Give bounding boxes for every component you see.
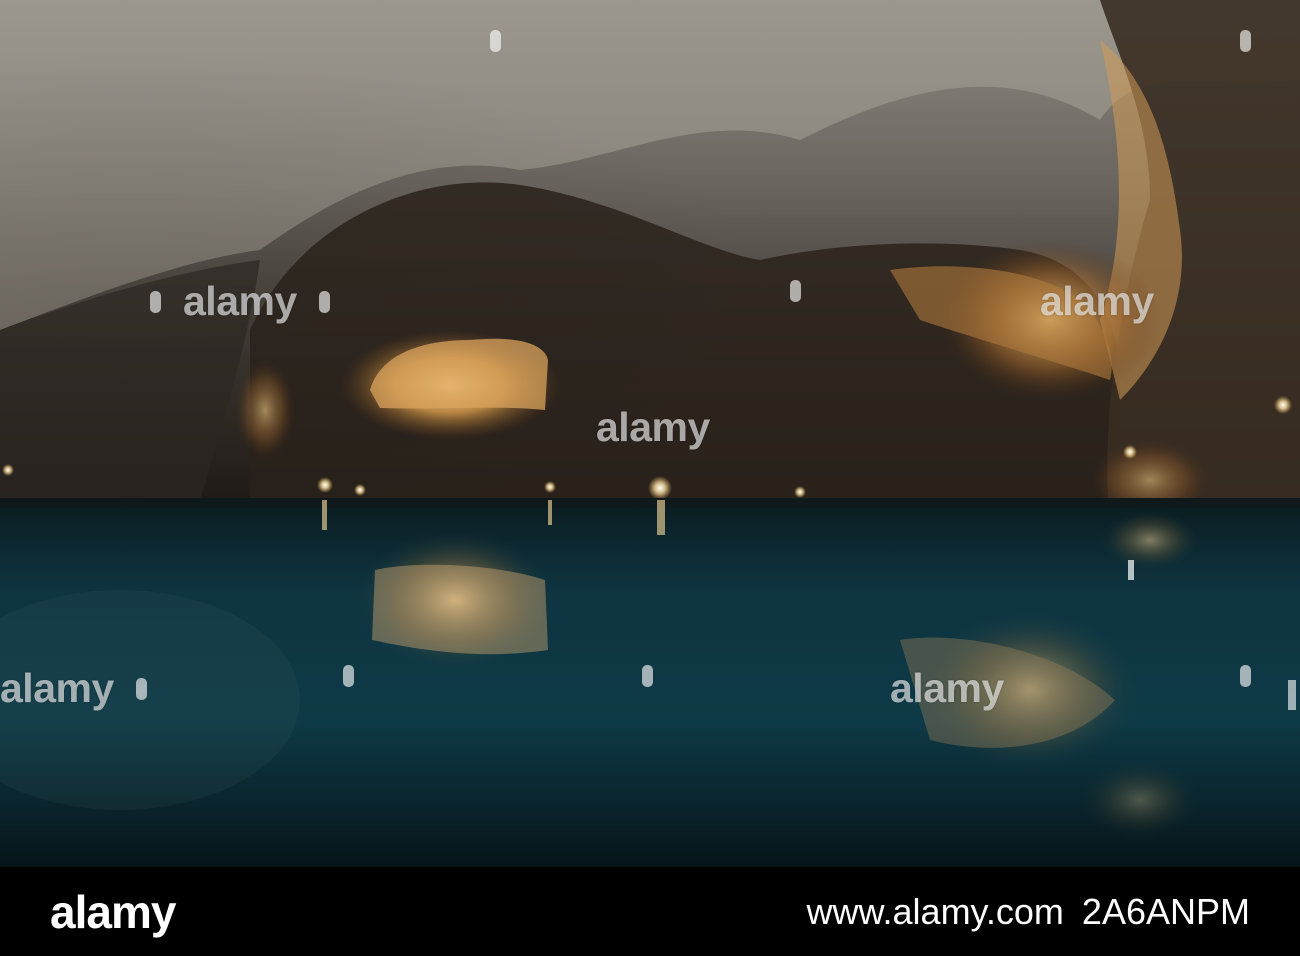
image-id-value: 2A6ANPM: [1081, 891, 1250, 932]
watermark: alamy: [150, 278, 330, 325]
watermark-text: alamy: [1040, 278, 1154, 324]
watermark-mark-icon: [1240, 30, 1251, 52]
watermark: [343, 665, 354, 687]
watermark-text: alamy: [596, 404, 710, 450]
footer-bar: alamy www.alamy.com 2A6ANPM: [0, 867, 1300, 956]
watermark-mark-icon: [343, 665, 354, 687]
watermark-text: alamy: [890, 665, 1004, 711]
cave-photo: alamy alamy alamy alamy alamy: [0, 0, 1300, 867]
watermark: [642, 665, 653, 687]
watermark: alamy: [596, 404, 710, 451]
image-id: www.alamy.com 2A6ANPM: [807, 889, 1250, 935]
watermark-mark-icon: [790, 280, 801, 302]
watermark: [1240, 30, 1251, 52]
watermark-mark-icon: [490, 30, 501, 52]
watermark-text: alamy: [183, 278, 297, 324]
watermark: [490, 30, 501, 52]
alamy-logo: alamy: [50, 886, 176, 938]
watermark-mark-icon: [1240, 665, 1251, 687]
watermark-mark-icon: [135, 677, 147, 700]
watermark: [1240, 665, 1251, 687]
watermark: alamy: [1040, 278, 1154, 325]
watermark: alamy: [890, 665, 1004, 712]
watermark: [790, 280, 801, 302]
watermark-mark-icon: [150, 290, 161, 313]
watermark-text: alamy: [0, 665, 114, 711]
watermark: alamy: [0, 665, 147, 712]
image-id-label: www.alamy.com: [806, 891, 1064, 932]
watermark-mark-icon: [642, 665, 653, 687]
watermark-mark-icon: [318, 290, 330, 313]
